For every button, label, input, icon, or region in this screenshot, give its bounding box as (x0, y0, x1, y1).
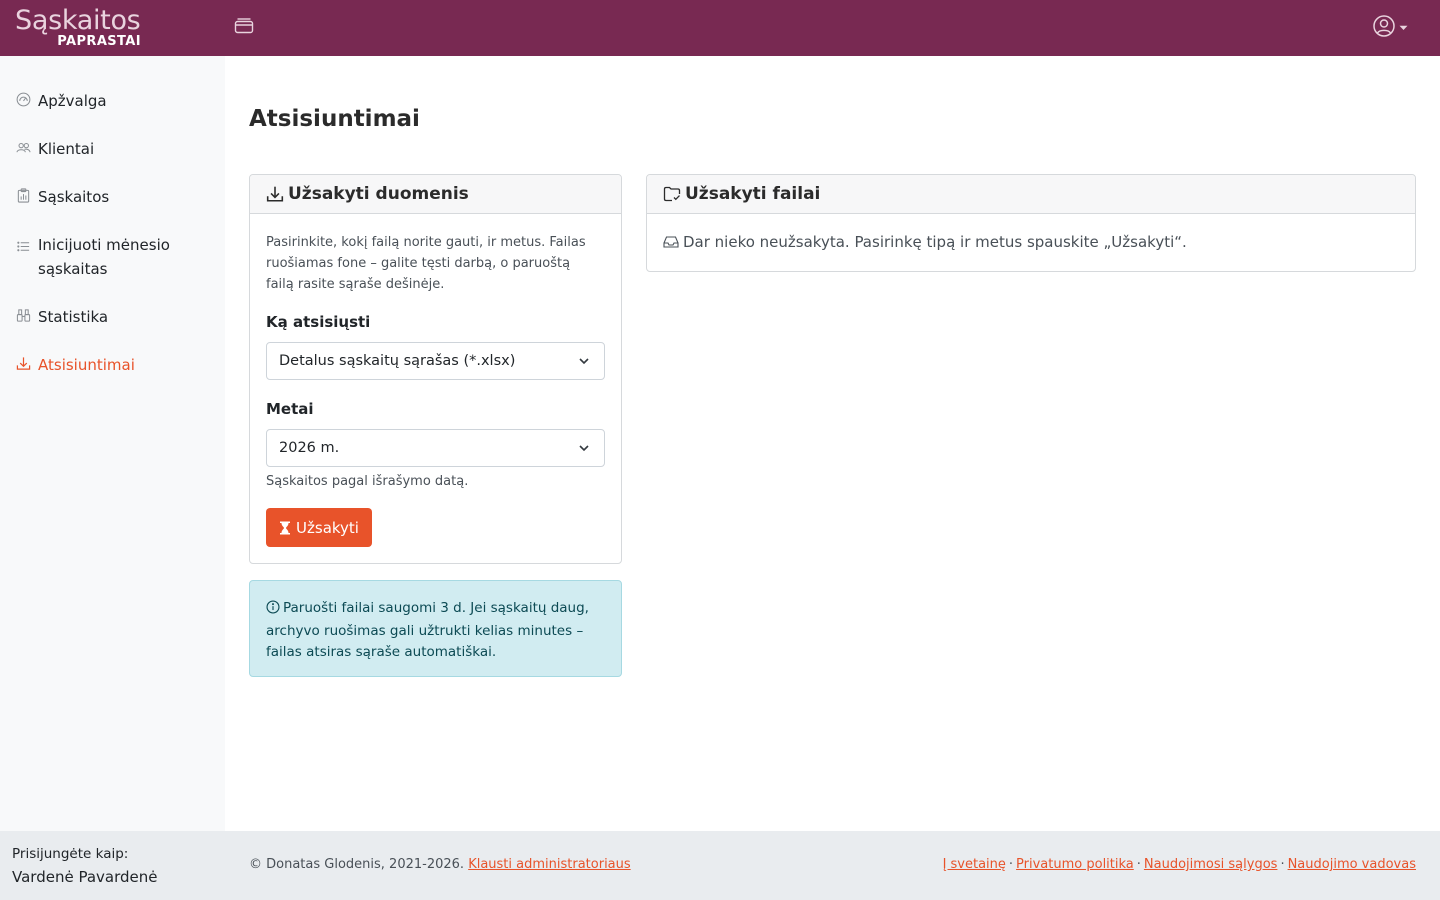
sidebar-item-label: Apžvalga (38, 92, 107, 110)
ask-admin-link[interactable]: Klausti administratoriaus (468, 857, 630, 872)
download-icon (15, 355, 31, 371)
brand-sub-text: PAPRASTAI (57, 34, 141, 49)
inbox-icon (663, 235, 679, 249)
download-icon (265, 184, 285, 204)
sidebar-item-statistics[interactable]: Statistika (0, 305, 225, 329)
sidebar-item-label: Inicijuoti mėnesio sąskaitas (38, 236, 170, 278)
order-intro-text: Pasirinkite, kokį failą norite gauti, ir… (266, 235, 586, 292)
chevron-down-icon (578, 355, 590, 371)
binoculars-icon (15, 307, 31, 323)
sidebar-item-label: Statistika (38, 308, 109, 326)
person-circle-icon (1372, 14, 1396, 42)
footer-links: Į svetainę · Privatumo politika · Naudojimos… (942, 857, 1416, 872)
info-alert: Paruošti failai saugomi 3 d. Jei sąskait… (249, 580, 622, 677)
info-circle-icon (266, 600, 280, 621)
file-type-select[interactable]: Detalus sąskaitų sąrašas (*.xlsx) (266, 342, 605, 380)
sidebar-item-label: Atsisiuntimai (38, 356, 135, 374)
sidebar-toggle-button[interactable] (230, 15, 258, 41)
terms-of-use-link[interactable]: Naudojimosi sąlygos (1144, 857, 1278, 872)
folder-check-icon (662, 184, 682, 204)
sidebar: Apžvalga Klientai Sąskaitos Inicijuoti m… (0, 56, 225, 831)
file-type-selected-value: Detalus sąskaitų sąrašas (*.xlsx) (279, 353, 516, 369)
footer: Prisijungėte kaip: Vardenė Pavardenė © D… (0, 831, 1440, 900)
privacy-policy-link[interactable]: Privatumo politika (1016, 857, 1134, 872)
info-alert-text: Paruošti failai saugomi 3 d. Jei sąskait… (266, 600, 589, 660)
order-card-header: Užsakyti duomenis (250, 175, 621, 214)
hourglass-icon (279, 521, 291, 535)
logged-in-label: Prisijungėte kaip: (12, 846, 129, 862)
speedometer-icon (15, 91, 31, 107)
order-button-label: Užsakyti (296, 518, 359, 537)
year-label: Metai (266, 400, 314, 418)
clipboard-data-icon (15, 187, 31, 203)
sidebar-item-label: Sąskaitos (38, 188, 110, 206)
logged-in-user-name: Vardenė Pavardenė (12, 868, 158, 886)
sidebar-item-downloads[interactable]: Atsisiuntimai (0, 353, 225, 377)
copyright-text: © Donatas Glodenis, 2021-2026. (249, 857, 465, 872)
year-help-text: Sąskaitos pagal išrašymo datą. (266, 474, 469, 489)
top-navbar: Sąskaitos PAPRASTAI (0, 0, 1440, 56)
order-card-title: Užsakyti duomenis (288, 184, 469, 204)
user-guide-link[interactable]: Naudojimo vadovas (1288, 857, 1416, 872)
year-selected-value: 2026 m. (279, 440, 340, 456)
people-icon (15, 139, 31, 155)
year-select[interactable]: 2026 m. (266, 429, 605, 467)
page-title: Atsisiuntimai (249, 106, 420, 132)
ordered-files-empty-message: Dar nieko neužsakyta. Pasirinkę tipą ir … (663, 233, 1187, 251)
brand-logo[interactable]: Sąskaitos PAPRASTAI (15, 5, 141, 51)
sidebar-item-clients[interactable]: Klientai (0, 137, 225, 161)
user-menu-dropdown[interactable] (1372, 15, 1412, 41)
order-data-card: Užsakyti duomenis Pasirinkite, kokį fail… (249, 174, 622, 564)
ordered-files-card-title: Užsakyti failai (685, 184, 821, 204)
sidebar-item-overview[interactable]: Apžvalga (0, 89, 225, 113)
caret-down-icon (1399, 25, 1408, 31)
copyright: © Donatas Glodenis, 2021-2026. Klausti a… (249, 857, 631, 872)
order-button[interactable]: Užsakyti (266, 508, 372, 547)
website-link[interactable]: Į svetainę (943, 857, 1006, 872)
what-to-download-label: Ką atsisiųsti (266, 313, 371, 331)
window-stack-icon (234, 17, 254, 39)
sidebar-item-label: Klientai (38, 140, 95, 158)
ordered-files-card-header: Užsakyti failai (647, 175, 1415, 214)
sidebar-item-initiate-monthly[interactable]: Inicijuoti mėnesio sąskaitas (0, 233, 225, 281)
sidebar-item-invoices[interactable]: Sąskaitos (0, 185, 225, 209)
list-icon (15, 238, 31, 254)
logged-in-user: Prisijungėte kaip: Vardenė Pavardenė (12, 845, 157, 889)
ordered-files-empty-text: Dar nieko neužsakyta. Pasirinkę tipą ir … (683, 233, 1187, 251)
brand-main-text: Sąskaitos (15, 5, 141, 36)
chevron-down-icon (578, 442, 590, 458)
ordered-files-card: Užsakyti failai Dar nieko neužsakyta. Pa… (646, 174, 1416, 272)
